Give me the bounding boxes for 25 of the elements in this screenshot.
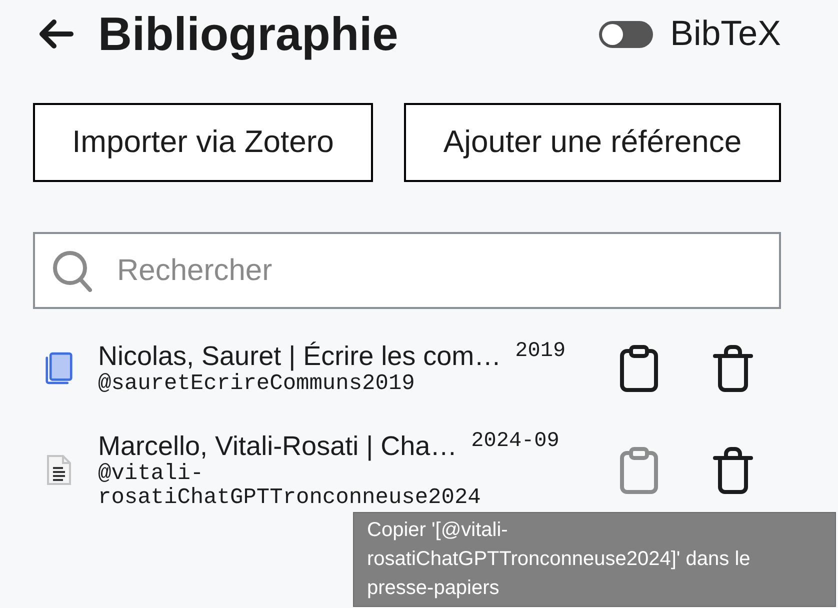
- page-title: Bibliographie: [98, 8, 398, 60]
- trash-icon: [713, 446, 753, 494]
- delete-button[interactable]: [713, 344, 753, 392]
- arrow-left-icon: [38, 18, 74, 50]
- reference-date: 2019: [515, 340, 566, 364]
- add-reference-button[interactable]: Ajouter une référence: [404, 103, 781, 182]
- back-button[interactable]: [38, 18, 74, 50]
- search-icon: [52, 250, 92, 292]
- copy-button[interactable]: [619, 344, 659, 392]
- tooltip: Copier '[@vitali-rosatiChatGPTTronconneuse2024]' dans le presse-papiers: [353, 512, 836, 607]
- search-field[interactable]: Rechercher: [33, 232, 781, 309]
- citation-key: @vitali-rosatiChatGPTTronconneuse2024: [98, 462, 568, 510]
- toggle-switch[interactable]: [599, 20, 654, 48]
- document-icon: [46, 454, 72, 486]
- reference-title[interactable]: Marcello, Vitali-Rosati | Cha…: [98, 430, 458, 462]
- toggle-label: BibTeX: [670, 14, 781, 54]
- delete-button[interactable]: [713, 446, 753, 494]
- citation-key: @sauretEcrireCommuns2019: [98, 372, 568, 396]
- trash-icon: [713, 344, 753, 392]
- book-icon: [45, 350, 73, 386]
- clipboard-icon: [619, 446, 659, 494]
- clipboard-icon: [619, 344, 659, 392]
- import-button[interactable]: Importer via Zotero: [33, 103, 373, 182]
- reference-title[interactable]: Nicolas, Sauret | Écrire les com…: [98, 340, 502, 372]
- reference-date: 2024-09: [471, 430, 560, 454]
